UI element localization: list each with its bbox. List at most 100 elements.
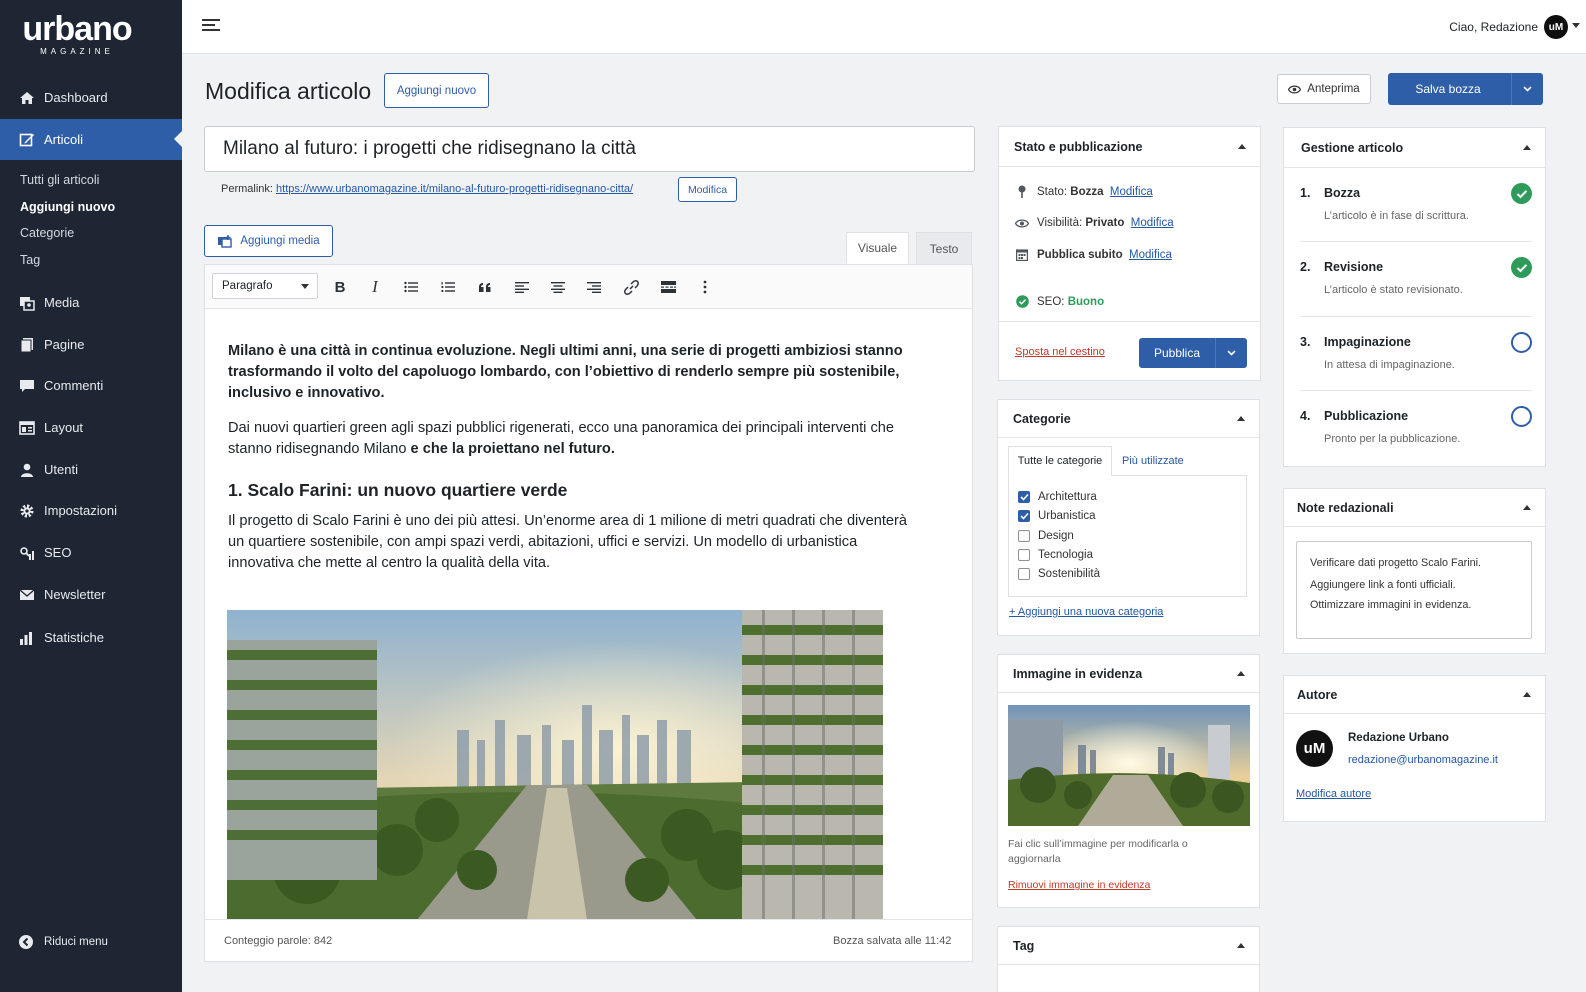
notes-textarea[interactable]: Verificare dati progetto Scalo Farini. A… [1296, 541, 1532, 639]
category-item[interactable]: Sostenibilità [1018, 568, 1100, 580]
comment-icon [18, 377, 36, 395]
step-title: Revisione [1324, 260, 1384, 274]
collapse-caret-icon[interactable] [1237, 671, 1245, 676]
sidebar-item-pagine[interactable]: Pagine [0, 324, 182, 365]
collapse-menu-button[interactable]: Riduci menu [18, 934, 108, 950]
schedule-edit-link[interactable]: Modifica [1129, 249, 1172, 261]
submenu-all-articles[interactable]: Tutti gli articoli [20, 173, 99, 187]
hamburger-menu-icon[interactable] [202, 17, 222, 36]
top-bar: Ciao, Redazione uM [182, 0, 1586, 54]
collapse-caret-icon[interactable] [1523, 692, 1531, 697]
permalink-url-link[interactable]: https://www.urbanomagazine.it/milano-al-… [276, 183, 633, 195]
more-options-icon[interactable] [695, 277, 715, 297]
collapse-caret-icon[interactable] [1238, 144, 1246, 149]
tab-popular-categories[interactable]: Più utilizzate [1122, 455, 1184, 467]
category-item[interactable]: Architettura [1018, 491, 1097, 503]
category-item[interactable]: Design [1018, 530, 1074, 542]
workflow-box-header[interactable]: Gestione articolo [1284, 128, 1545, 168]
sidebar-item-articoli[interactable]: Articoli [0, 119, 182, 160]
sidebar-item-layout[interactable]: Layout [0, 407, 182, 448]
blockquote-icon[interactable] [475, 277, 495, 297]
collapse-caret-icon[interactable] [1523, 505, 1531, 510]
categories-box-header[interactable]: Categorie [998, 400, 1259, 438]
sidebar-item-label: Commenti [44, 378, 104, 393]
schedule-value: Pubblica subito [1037, 248, 1123, 261]
workflow-box: Gestione articolo 1. Bozza L’articolo è … [1283, 127, 1546, 467]
chevron-down-icon[interactable] [1216, 350, 1247, 356]
notes-box-header[interactable]: Note redazionali [1284, 489, 1545, 527]
sidebar-item-commenti[interactable]: Commenti [0, 365, 182, 406]
author-box-header[interactable]: Autore [1284, 676, 1545, 714]
collapse-caret-icon[interactable] [1237, 416, 1245, 421]
align-center-icon[interactable] [548, 277, 568, 297]
publish-button[interactable]: Pubblica [1139, 338, 1247, 368]
post-title-input[interactable]: Milano al futuro: i progetti che ridiseg… [204, 126, 975, 172]
media-icon [18, 294, 36, 312]
align-right-icon[interactable] [584, 277, 604, 297]
permalink-edit-button[interactable]: Modifica [678, 177, 737, 202]
sidebar-item-media[interactable]: Media [0, 282, 182, 323]
format-select[interactable]: Paragrafo [212, 273, 318, 299]
checkbox-unchecked-icon[interactable] [1018, 549, 1030, 561]
submenu-tags[interactable]: Tag [20, 253, 40, 267]
featured-image-box-header[interactable]: Immagine in evidenza [998, 655, 1259, 693]
checkbox-checked-icon[interactable] [1018, 510, 1030, 522]
submenu-add-new[interactable]: Aggiungi nuovo [20, 200, 115, 214]
collapse-caret-icon[interactable] [1523, 145, 1531, 150]
seo-label: SEO: [1037, 295, 1065, 308]
visibility-edit-link[interactable]: Modifica [1131, 217, 1174, 229]
sidebar-item-newsletter[interactable]: Newsletter [0, 574, 182, 615]
remove-featured-image-link[interactable]: Rimuovi immagine in evidenza [1008, 879, 1150, 891]
collapse-caret-icon[interactable] [1237, 943, 1245, 948]
sidebar-item-seo[interactable]: SEO [0, 532, 182, 573]
add-media-icon [217, 234, 233, 248]
read-more-icon[interactable] [658, 277, 678, 297]
italic-icon[interactable]: I [365, 277, 385, 297]
add-new-button[interactable]: Aggiungi nuovo [384, 73, 489, 108]
step-number: 2. [1300, 260, 1311, 274]
checkbox-unchecked-icon[interactable] [1018, 530, 1030, 542]
checkbox-checked-icon[interactable] [1018, 491, 1030, 503]
submenu-categories[interactable]: Categorie [20, 226, 74, 240]
notes-box-title: Note redazionali [1297, 500, 1394, 515]
sidebar-item-label: Articoli [44, 132, 84, 147]
sidebar-item-impostazioni[interactable]: Impostazioni [0, 490, 182, 531]
author-box: Autore uM Redazione Urbano redazione@urb… [1283, 675, 1546, 822]
save-draft-label: Salva bozza [1415, 82, 1481, 96]
checkbox-unchecked-icon[interactable] [1018, 568, 1030, 580]
author-email-link[interactable]: redazione@urbanomagazine.it [1348, 754, 1498, 766]
align-left-icon[interactable] [512, 277, 532, 297]
chevron-down-icon[interactable] [1512, 86, 1543, 92]
link-icon[interactable] [621, 277, 641, 297]
tab-visual[interactable]: Visuale [846, 232, 909, 264]
brand-logo[interactable]: urbano MAGAZINE [22, 12, 132, 56]
sidebar-item-utenti[interactable]: Utenti [0, 449, 182, 490]
featured-image-thumbnail[interactable] [1008, 705, 1250, 826]
move-to-trash-link[interactable]: Sposta nel cestino [1015, 346, 1105, 358]
bold-icon[interactable]: B [330, 277, 350, 297]
category-label: Sostenibilità [1038, 568, 1101, 580]
avatar[interactable]: uM [1544, 15, 1568, 39]
tab-all-categories[interactable]: Tutte le categorie [1008, 446, 1112, 476]
article-image[interactable] [227, 610, 883, 920]
tab-text[interactable]: Testo [916, 232, 972, 264]
preview-button[interactable]: Anteprima [1277, 74, 1371, 104]
numbered-list-icon[interactable] [438, 277, 458, 297]
category-item[interactable]: Tecnologia [1018, 549, 1093, 561]
editor-footer-divider [204, 919, 973, 920]
chevron-down-icon[interactable] [1572, 23, 1580, 28]
sidebar-item-dashboard[interactable]: Dashboard [0, 77, 182, 118]
edit-author-link[interactable]: Modifica autore [1296, 788, 1371, 800]
tag-box-header[interactable]: Tag [998, 927, 1259, 965]
user-greeting[interactable]: Ciao, Redazione [1449, 20, 1538, 34]
add-media-button[interactable]: Aggiungi media [204, 225, 333, 257]
category-item[interactable]: Urbanistica [1018, 510, 1096, 522]
save-draft-button[interactable]: Salva bozza [1388, 73, 1543, 105]
bullet-list-icon[interactable] [401, 277, 421, 297]
sidebar-item-statistiche[interactable]: Statistiche [0, 617, 182, 658]
status-edit-link[interactable]: Modifica [1110, 186, 1153, 198]
editor-content[interactable]: Milano è una città in continua evoluzion… [228, 341, 908, 588]
add-category-link[interactable]: + Aggiungi una nuova categoria [1009, 606, 1163, 618]
publish-box-header[interactable]: Stato e pubblicazione [999, 127, 1260, 167]
collapse-menu-label: Riduci menu [44, 936, 108, 948]
